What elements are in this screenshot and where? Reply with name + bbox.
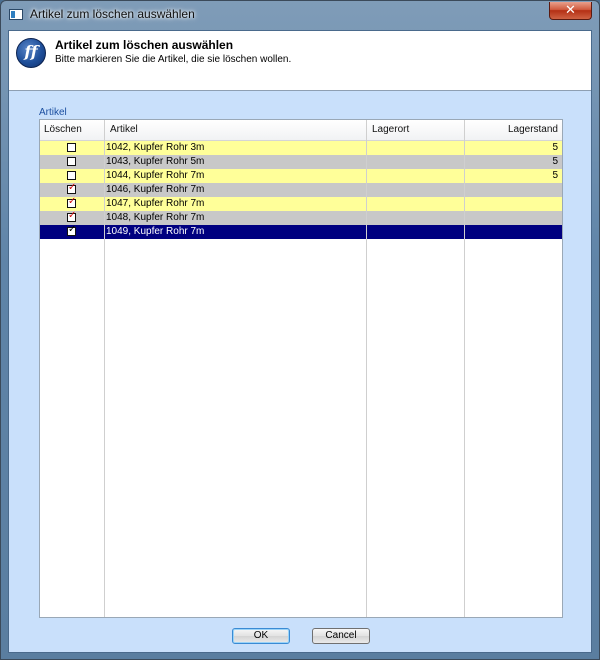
delete-checkbox[interactable] [67,196,76,208]
delete-checkbox[interactable] [67,224,76,236]
table-row[interactable]: 1046, Kupfer Rohr 7m [40,182,562,197]
group-label-artikel: Artikel [39,107,67,118]
header-title: Artikel zum löschen auswählen [55,38,234,52]
ok-button[interactable]: OK [232,628,290,644]
table-row[interactable]: 1047, Kupfer Rohr 7m [40,196,562,211]
cancel-button[interactable]: Cancel [312,628,370,644]
column-header-lagerstand[interactable]: Lagerstand [508,124,558,135]
delete-checkbox[interactable] [67,157,76,166]
column-divider [104,120,105,617]
header-subtitle: Bitte markieren Sie die Artikel, die sie… [55,54,292,65]
column-header-loeschen[interactable]: Löschen [44,124,82,135]
title-bar[interactable]: Artikel zum löschen auswählen ✕ [1,1,599,29]
table-row[interactable]: 1043, Kupfer Rohr 5m 5 [40,155,562,169]
close-icon: ✕ [565,3,576,18]
dialog-client-area: ff Artikel zum löschen auswählen Bitte m… [8,30,592,653]
table-row[interactable]: 1044, Kupfer Rohr 7m 5 [40,169,562,183]
window-title: Artikel zum löschen auswählen [30,7,195,21]
app-logo-icon: ff [16,38,46,68]
cell-lagerstand: 5 [552,156,558,167]
article-grid[interactable]: Löschen Artikel Lagerort Lagerstand 1042… [39,119,563,618]
cell-artikel: 1046, Kupfer Rohr 7m [106,184,205,195]
window-icon [9,9,23,20]
table-row[interactable]: 1049, Kupfer Rohr 7m [40,224,562,239]
table-row[interactable]: 1048, Kupfer Rohr 7m [40,210,562,225]
cell-lagerstand: 5 [552,142,558,153]
cell-artikel: 1044, Kupfer Rohr 7m [106,170,205,181]
cell-artikel: 1047, Kupfer Rohr 7m [106,198,205,209]
cell-artikel: 1048, Kupfer Rohr 7m [106,212,205,223]
delete-checkbox[interactable] [67,182,76,194]
column-header-lagerort[interactable]: Lagerort [372,124,409,135]
cell-artikel: 1043, Kupfer Rohr 5m [106,156,205,167]
delete-checkbox[interactable] [67,210,76,222]
table-row[interactable]: 1042, Kupfer Rohr 3m 5 [40,141,562,155]
column-header-artikel[interactable]: Artikel [110,124,138,135]
column-divider [464,120,465,617]
cell-artikel: 1042, Kupfer Rohr 3m [106,142,205,153]
dialog-header: ff Artikel zum löschen auswählen Bitte m… [9,31,591,91]
cell-lagerstand: 5 [552,170,558,181]
close-button[interactable]: ✕ [549,2,592,20]
dialog-window: Artikel zum löschen auswählen ✕ ff Artik… [0,0,600,660]
cell-artikel: 1049, Kupfer Rohr 7m [106,226,205,237]
delete-checkbox[interactable] [67,171,76,180]
grid-header: Löschen Artikel Lagerort Lagerstand [40,120,562,141]
delete-checkbox[interactable] [67,143,76,152]
column-divider [366,120,367,617]
logo-text: ff [24,42,38,61]
